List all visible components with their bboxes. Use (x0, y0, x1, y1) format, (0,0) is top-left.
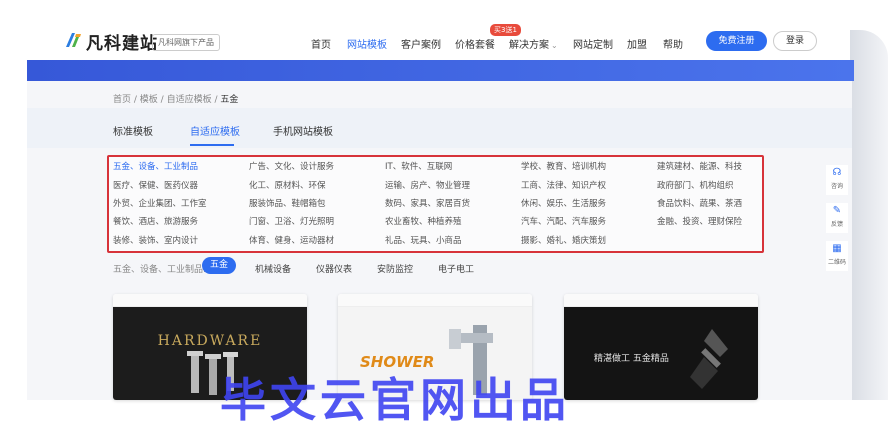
hot-badge: 买3送1 (490, 24, 521, 36)
filter-chip[interactable]: 安防监控 (377, 262, 413, 275)
edit-icon: ✎ (832, 205, 842, 216)
category-link[interactable]: IT、软件、互联网 (385, 160, 452, 172)
category-link[interactable]: 广告、文化、设计服务 (249, 160, 334, 172)
category-link[interactable]: 五金、设备、工业制品 (113, 160, 198, 172)
category-link[interactable]: 食品饮料、蔬果、茶酒 (657, 197, 742, 209)
nav-templates[interactable]: 网站模板 (347, 36, 387, 51)
category-link[interactable]: 餐饮、酒店、旅游服务 (113, 215, 198, 227)
filter-chip[interactable]: 机械设备 (255, 262, 291, 275)
qrcode-tool[interactable]: ▦ 二维码 (826, 241, 848, 271)
template-header-bar (564, 294, 758, 307)
nav-home[interactable]: 首页 (311, 36, 331, 51)
category-link[interactable]: 农业畜牧、种植养殖 (385, 215, 462, 227)
filter-label: 五金、设备、工业制品: (113, 265, 207, 275)
consult-tool[interactable]: ☊ 咨询 (826, 165, 848, 195)
login-button[interactable]: 登录 (773, 31, 817, 51)
brand-tag: 凡科网旗下产品 (152, 34, 220, 51)
breadcrumb: 首页 / 模板 / 自适应模板 / 五金 (113, 95, 239, 105)
tab-standard[interactable]: 标准模板 (113, 123, 153, 138)
category-link[interactable]: 外贸、企业集团、工作室 (113, 197, 207, 209)
category-link[interactable]: 政府部门、机构组织 (657, 179, 734, 191)
tab-responsive[interactable]: 自适应模板 (190, 123, 240, 138)
breadcrumb-current: 五金 (220, 95, 239, 105)
tab-active-indicator (190, 144, 234, 146)
category-link[interactable]: 休闲、娱乐、生活服务 (521, 197, 606, 209)
feedback-tool[interactable]: ✎ 反馈 (826, 203, 848, 233)
template-preview-image: 精湛做工 五金精品 (564, 307, 758, 400)
filter-chip[interactable]: 电子电工 (438, 262, 474, 275)
shovel-icon (690, 329, 728, 389)
breadcrumb-responsive[interactable]: 自适应模板 (167, 95, 212, 105)
nav-help[interactable]: 帮助 (663, 36, 683, 51)
qrcode-icon: ▦ (832, 243, 842, 254)
category-link[interactable]: 门窗、卫浴、灯光照明 (249, 215, 334, 227)
filter-chip-active[interactable]: 五金 (202, 257, 236, 274)
category-link[interactable]: 运输、房产、物业管理 (385, 179, 470, 191)
tool-label: 反馈 (830, 221, 843, 228)
category-link[interactable]: 数码、家具、家居百货 (385, 197, 470, 209)
category-link[interactable]: 礼品、玩具、小商品 (385, 234, 462, 246)
category-link[interactable]: 汽车、汽配、汽车服务 (521, 215, 606, 227)
brand-name[interactable]: 凡科建站 (86, 29, 158, 54)
nav-custom[interactable]: 网站定制 (573, 36, 613, 51)
template-headline: 精湛做工 五金精品 (594, 354, 669, 364)
template-headline: HARDWARE (157, 333, 263, 349)
watermark-text: 毕文云官网出品 (220, 373, 570, 427)
category-link[interactable]: 体育、健身、运动器材 (249, 234, 334, 246)
filter-chip[interactable]: 仪器仪表 (316, 262, 352, 275)
category-link[interactable]: 装修、装饰、室内设计 (113, 234, 198, 246)
category-link[interactable]: 摄影、婚礼、婚庆策划 (521, 234, 606, 246)
breadcrumb-home[interactable]: 首页 (113, 95, 131, 105)
category-link[interactable]: 医疗、保健、医药仪器 (113, 179, 198, 191)
tool-label: 咨询 (830, 183, 843, 190)
nav-franchise[interactable]: 加盟 (627, 36, 647, 51)
category-link[interactable]: 学校、教育、培训机构 (521, 160, 606, 172)
category-link[interactable]: 服装饰品、鞋帽箱包 (249, 197, 326, 209)
template-card[interactable]: 精湛做工 五金精品 (564, 294, 758, 400)
tool-label: 二维码 (827, 259, 846, 266)
headset-icon: ☊ (832, 167, 842, 178)
blue-banner (27, 60, 854, 81)
category-link[interactable]: 建筑建材、能源、科技 (657, 160, 742, 172)
category-link[interactable]: 金融、投资、理财保险 (657, 215, 742, 227)
template-header-bar (338, 294, 532, 307)
nav-pricing[interactable]: 价格套餐 (455, 36, 495, 51)
brand-logo-icon[interactable] (64, 31, 82, 49)
category-link[interactable]: 工商、法律、知识产权 (521, 179, 606, 191)
breadcrumb-templates[interactable]: 模板 (140, 95, 158, 105)
nav-cases[interactable]: 客户案例 (401, 36, 441, 51)
nav-solutions[interactable]: 解决方案 ⌄ (509, 36, 558, 51)
template-header-bar (113, 294, 307, 307)
tab-mobile[interactable]: 手机网站模板 (273, 123, 333, 138)
nav-solutions-label: 解决方案 (509, 40, 549, 51)
register-button[interactable]: 免费注册 (706, 31, 767, 51)
chevron-down-icon: ⌄ (551, 41, 558, 50)
frame-edge (850, 30, 888, 400)
category-link[interactable]: 化工、原材料、环保 (249, 179, 326, 191)
